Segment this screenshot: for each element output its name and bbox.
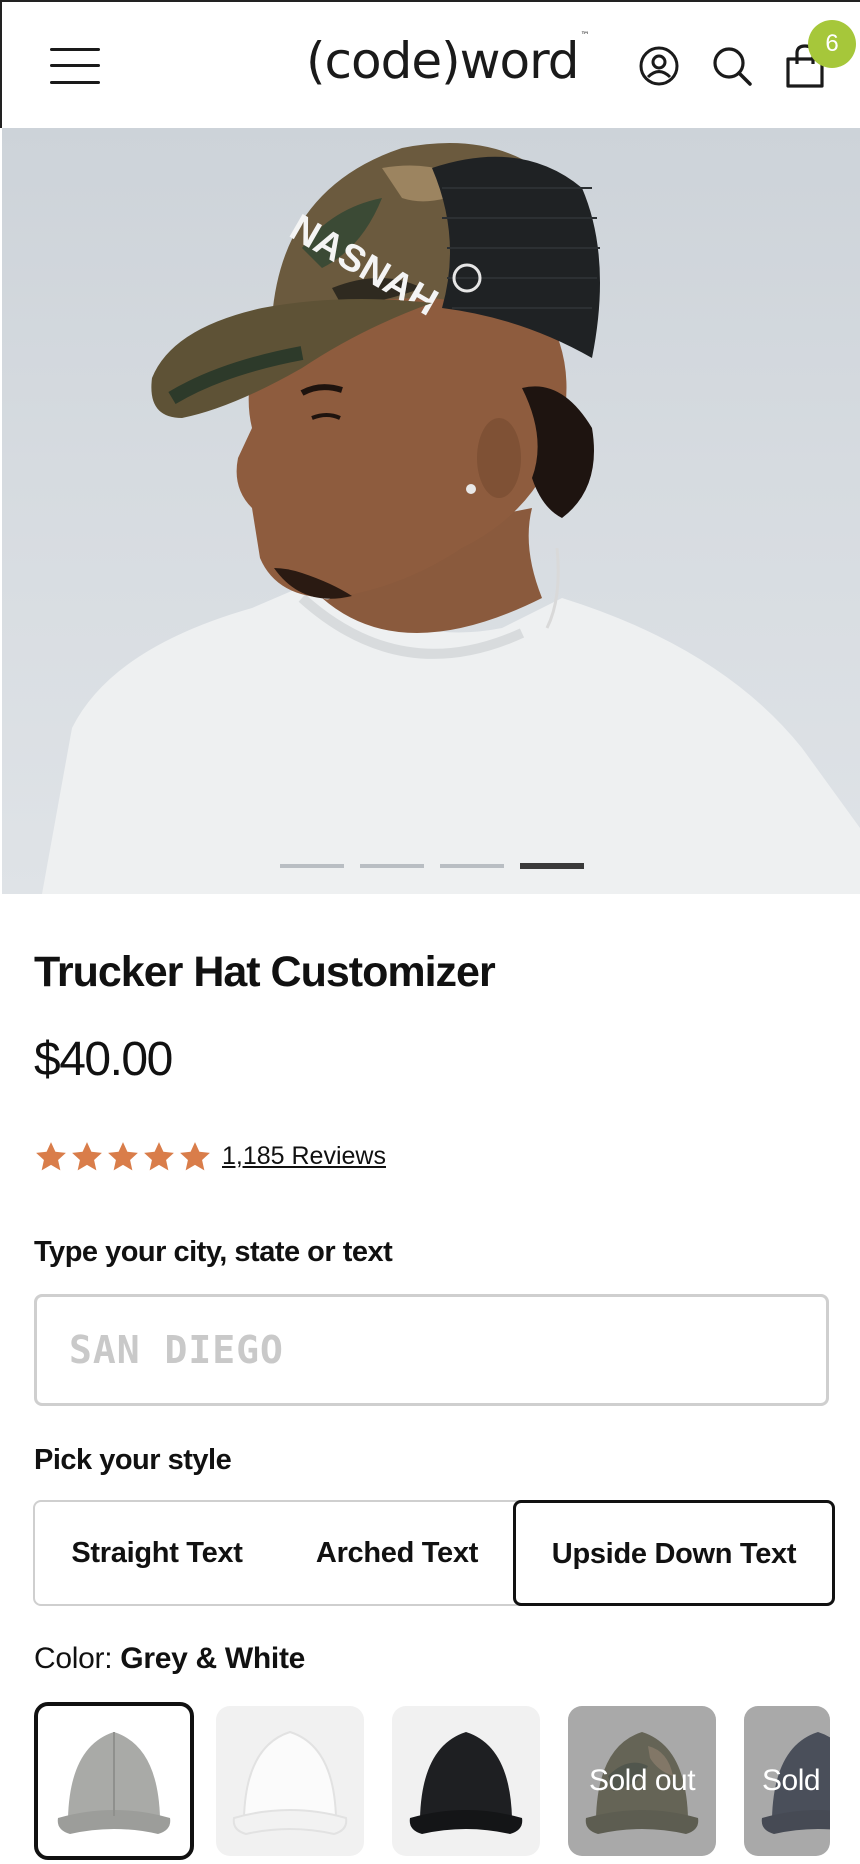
color-swatch-black[interactable] [392,1706,540,1856]
logo-trademark: ™ [580,31,590,42]
carousel-dot-active[interactable] [520,863,584,869]
product-price: $40.00 [34,1033,173,1086]
star-rating[interactable] [34,1140,212,1174]
menu-icon[interactable] [50,48,100,84]
model-illustration: NASNAH [42,143,860,894]
selected-color-name: Grey & White [120,1642,306,1675]
star-icon [36,1142,66,1171]
star-icon [144,1142,174,1171]
carousel-indicators [280,863,600,872]
color-swatch-camo[interactable]: Sold out [568,1706,716,1856]
custom-text-label: Type your city, state or text [34,1236,393,1268]
style-option-arched[interactable]: Arched Text [279,1502,515,1604]
carousel-dot[interactable] [360,864,424,868]
color-label-prefix: Color: [34,1642,113,1675]
sold-out-overlay: Sold out [568,1706,716,1856]
product-title: Trucker Hat Customizer [34,948,496,996]
carousel-dot[interactable] [280,864,344,868]
star-icon [108,1142,138,1171]
style-option-upside-down-selected[interactable]: Upside Down Text [513,1500,835,1606]
style-option-straight[interactable]: Straight Text [35,1502,279,1604]
logo-text: (code)word [306,32,579,90]
custom-text-input[interactable] [34,1294,829,1406]
color-swatch-navy[interactable]: Sold [744,1706,830,1856]
site-header: (code)word ™ 6 [0,0,860,128]
black-cap-image [409,1732,523,1834]
star-icon [72,1142,102,1171]
grey-cap-image [57,1732,171,1834]
carousel-dot[interactable] [440,864,504,868]
white-cap-image [232,1730,348,1836]
star-icon [180,1142,210,1171]
style-label: Pick your style [34,1444,232,1476]
account-icon[interactable] [635,42,683,90]
style-selector: Straight Text Arched Text Upside Down Te… [33,1500,835,1606]
sold-out-overlay: Sold [744,1706,830,1856]
reviews-link[interactable]: 1,185 Reviews [222,1142,386,1171]
color-swatch-white[interactable] [216,1706,364,1856]
color-swatch-grey-white[interactable] [34,1702,194,1860]
cart-count-badge: 6 [808,20,856,68]
brand-logo[interactable]: (code)word ™ [306,31,590,90]
search-icon[interactable] [708,42,756,90]
product-hero-image[interactable]: NASNAH [2,128,860,894]
color-label: Color: Grey & White [34,1642,305,1676]
